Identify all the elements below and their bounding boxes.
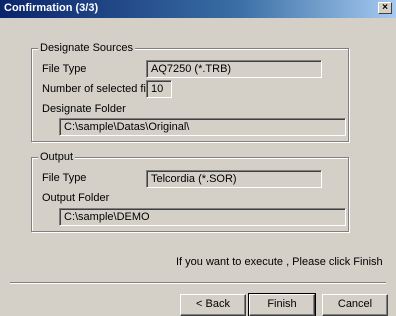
designate-folder-field: C:\sample\Datas\Original\ xyxy=(59,118,346,136)
close-icon: × xyxy=(382,2,388,13)
title-bar: Confirmation (3/3) × xyxy=(0,0,396,18)
sources-legend: Designate Sources xyxy=(38,42,135,55)
selected-count-field: 10 xyxy=(146,80,172,98)
confirmation-dialog: Confirmation (3/3) × Designate Sources F… xyxy=(0,0,396,316)
output-legend: Output xyxy=(38,151,76,164)
selected-count-label: Number of selected files xyxy=(42,83,160,95)
source-file-type-field: AQ7250 (*.TRB) xyxy=(146,60,322,78)
source-file-type-label: File Type xyxy=(42,63,87,75)
output-file-type-field: Telcordia (*.SOR) xyxy=(146,170,322,188)
cancel-button[interactable]: Cancel xyxy=(322,294,388,316)
designate-folder-label: Designate Folder xyxy=(42,103,126,115)
finish-instruction: If you want to execute , Please click Fi… xyxy=(176,256,383,268)
back-button[interactable]: < Back xyxy=(180,294,246,316)
output-folder-field: C:\sample\DEMO xyxy=(59,208,346,226)
output-folder-label: Output Folder xyxy=(42,192,110,204)
button-separator xyxy=(10,282,386,284)
close-button[interactable]: × xyxy=(378,2,392,14)
window-title: Confirmation (3/3) xyxy=(4,2,99,14)
output-file-type-label: File Type xyxy=(42,172,87,184)
finish-button[interactable]: Finish xyxy=(248,293,316,316)
